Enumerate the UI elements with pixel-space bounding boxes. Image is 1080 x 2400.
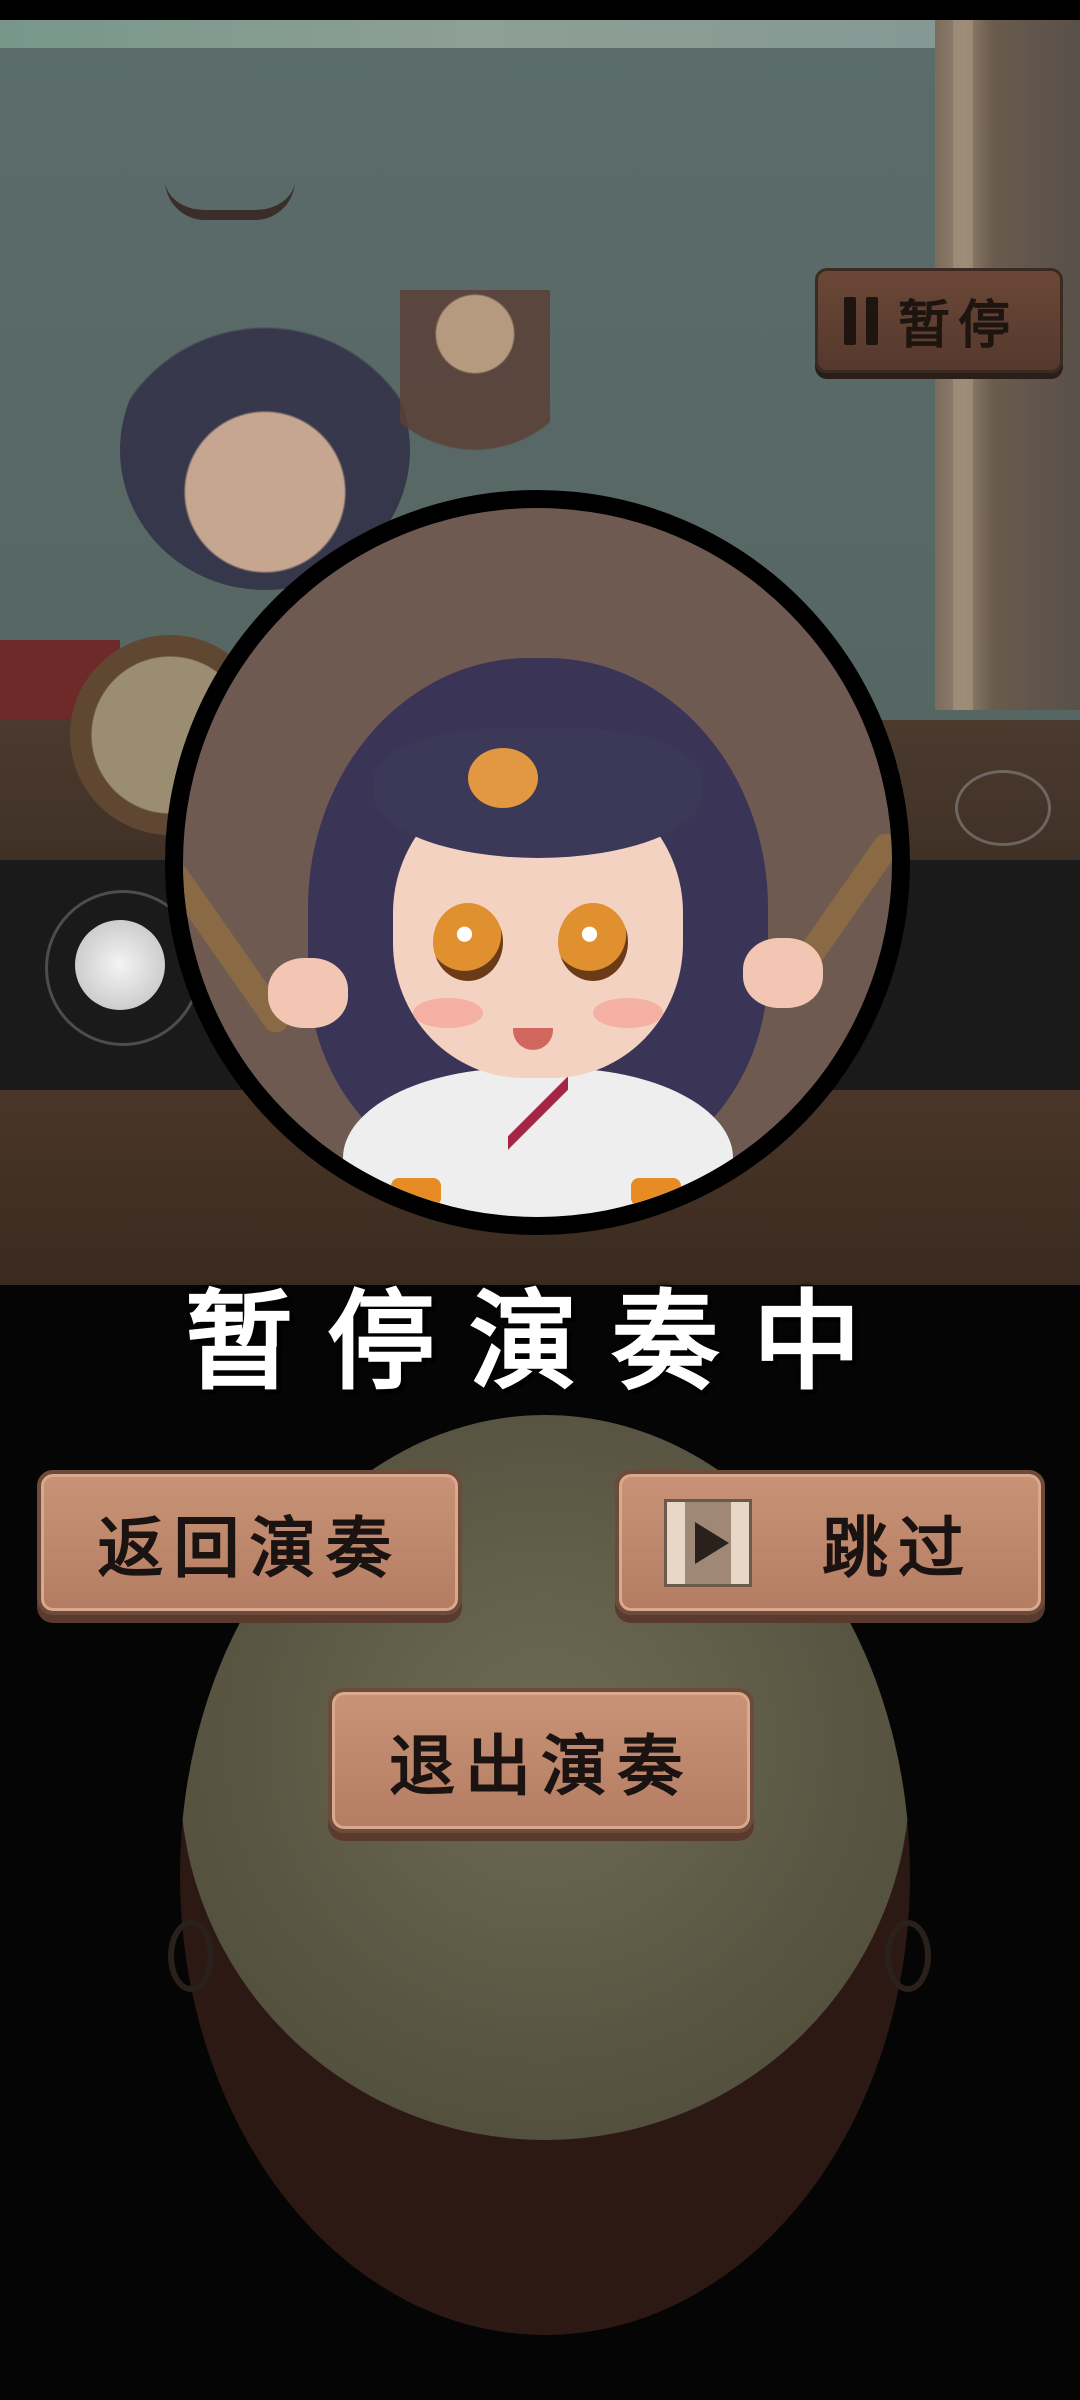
sea-strip [0, 20, 940, 48]
right-eye [558, 903, 628, 981]
return-button-label: 返回演奏 [97, 1508, 402, 1587]
skip-button[interactable]: 跳过 [615, 1470, 1045, 1615]
drum-ring-right [885, 1920, 931, 1992]
robe-collar [508, 1068, 568, 1158]
exit-performance-button[interactable]: 退出演奏 [328, 1688, 754, 1833]
film-play-icon [664, 1498, 752, 1587]
blush-left [413, 998, 483, 1028]
bow-left [391, 1178, 441, 1206]
status-bar [0, 0, 1080, 20]
bow-right [631, 1178, 681, 1206]
fisherman-figure [400, 290, 550, 510]
character-bangs [373, 728, 703, 858]
pause-button-label: 暂停 [898, 295, 1019, 356]
hand-left [268, 958, 348, 1028]
fishing-boat [165, 180, 295, 220]
return-to-performance-button[interactable]: 返回演奏 [37, 1470, 462, 1615]
crest-icon [955, 770, 1051, 846]
exit-button-label: 退出演奏 [389, 1726, 693, 1805]
joystick-knob-icon [75, 920, 165, 1010]
blush-right [593, 998, 663, 1028]
portrait-background [183, 508, 892, 1217]
pause-icon [844, 296, 878, 345]
left-eye [433, 903, 503, 981]
hand-right [743, 938, 823, 1008]
skip-button-label: 跳过 [822, 1508, 974, 1587]
drum-ring-left [168, 1920, 214, 1992]
bear-hairclip-icon [468, 748, 538, 808]
pause-button[interactable]: 暂停 [815, 268, 1063, 373]
pause-title: 暂停演奏中 [184, 1279, 895, 1405]
character-portrait [165, 490, 910, 1235]
